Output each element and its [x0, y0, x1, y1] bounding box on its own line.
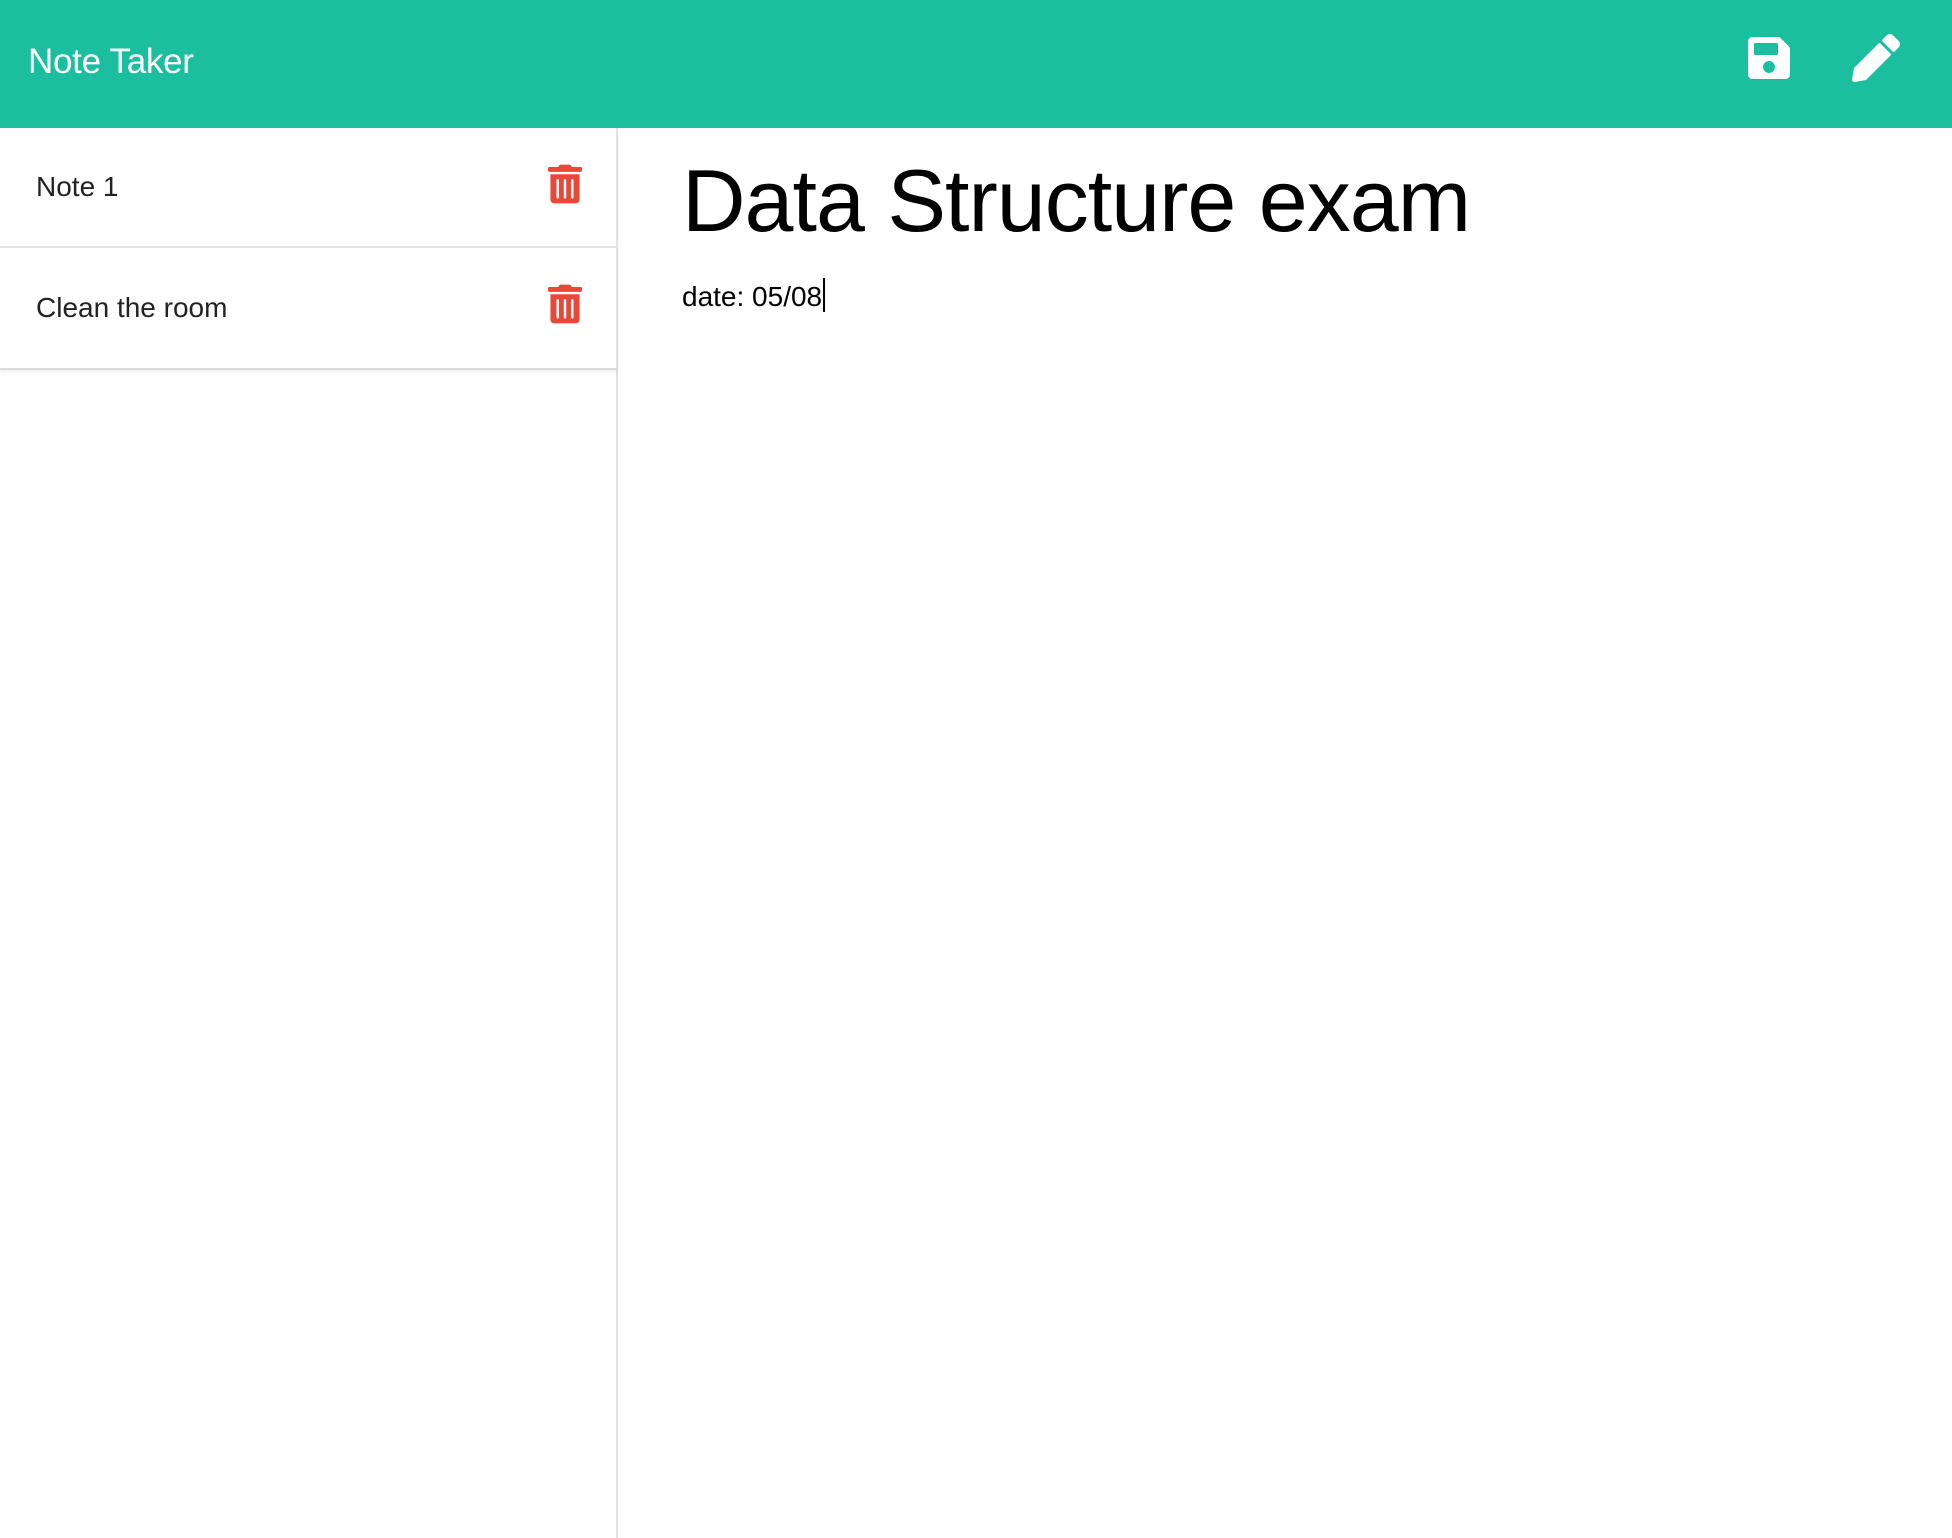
new-note-button[interactable] — [1850, 32, 1902, 84]
note-title-input[interactable] — [682, 150, 1882, 252]
delete-note-button[interactable] — [548, 164, 582, 204]
trash-icon — [548, 164, 582, 204]
note-item-title: Note 1 — [36, 171, 119, 202]
note-list-item[interactable]: Clean the room — [0, 248, 618, 368]
app-title[interactable]: Note Taker — [28, 42, 194, 82]
note-text-area[interactable]: date: 05/08 — [682, 278, 1882, 1478]
note-text-content: date: 05/08 — [682, 281, 823, 312]
save-icon — [1748, 37, 1790, 79]
toolbar-icons — [1743, 32, 1902, 84]
note-list: Note 1 Clean the room — [0, 128, 618, 370]
note-list-item[interactable]: Note 1 — [0, 128, 618, 248]
notes-sidebar: Note 1 Clean the room — [0, 128, 618, 1538]
note-editor: date: 05/08 — [620, 128, 1952, 1538]
pencil-icon — [1852, 34, 1900, 82]
text-cursor — [823, 278, 826, 312]
save-note-button[interactable] — [1743, 32, 1795, 84]
note-item-title: Clean the room — [36, 292, 228, 323]
navbar: Note Taker — [0, 0, 1952, 128]
delete-note-button[interactable] — [548, 284, 582, 324]
trash-icon — [548, 284, 582, 324]
